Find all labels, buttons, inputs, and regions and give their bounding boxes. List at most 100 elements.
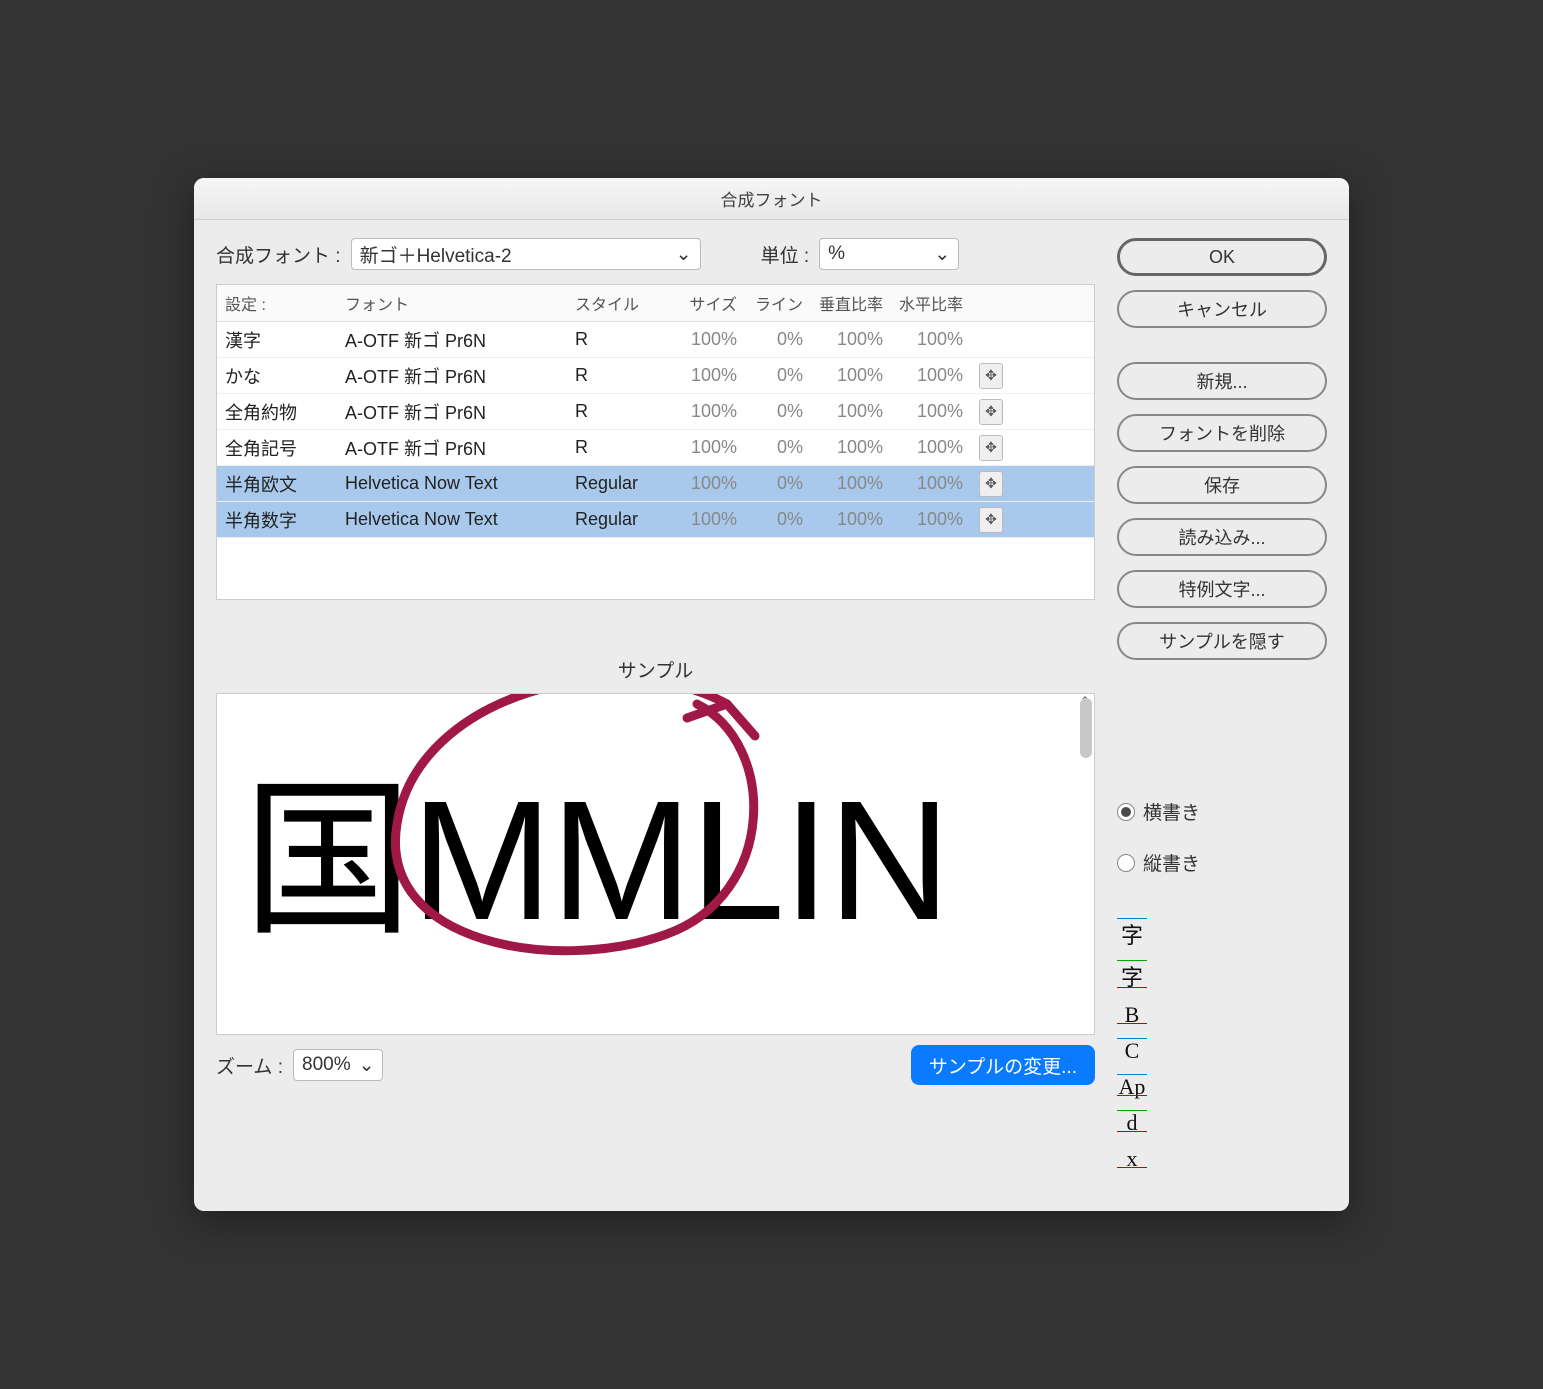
table-row[interactable]: 半角数字Helvetica Now TextRegular100%0%100%1…	[217, 502, 1094, 538]
move-icon[interactable]: ✥	[979, 435, 1003, 461]
guide-d[interactable]: d	[1117, 1110, 1147, 1136]
th-font: フォント	[337, 285, 567, 321]
table-row[interactable]: 漢字A-OTF 新ゴ Pr6NR100%0%100%100%	[217, 322, 1094, 358]
table-row[interactable]: 全角記号A-OTF 新ゴ Pr6NR100%0%100%100%✥	[217, 430, 1094, 466]
sample-kanji: 国	[243, 766, 411, 956]
cell-size: 100%	[667, 430, 745, 465]
zoom-select[interactable]: 800% ⌄	[293, 1049, 383, 1081]
th-style: スタイル	[567, 285, 667, 321]
cell-style: Regular	[567, 502, 667, 537]
vertical-radio[interactable]: 縦書き	[1117, 849, 1327, 876]
cell-style: R	[567, 322, 667, 357]
guide-ji-top[interactable]: 字	[1117, 918, 1147, 950]
cancel-button[interactable]: キャンセル	[1117, 290, 1327, 328]
guide-x[interactable]: x	[1117, 1146, 1147, 1172]
chevron-down-icon: ⌄	[934, 243, 950, 266]
table-header: 設定 : フォント スタイル サイズ ライン 垂直比率 水平比率	[217, 285, 1094, 322]
move-icon[interactable]: ✥	[979, 471, 1003, 497]
cell-vert: 100%	[811, 466, 891, 501]
chevron-down-icon: ⌄	[359, 1054, 375, 1077]
cell-font: Helvetica Now Text	[337, 502, 567, 537]
unit-value: %	[828, 243, 845, 265]
cell-font: A-OTF 新ゴ Pr6N	[337, 430, 567, 465]
cell-horz: 100%	[891, 394, 971, 429]
cell-vert: 100%	[811, 394, 891, 429]
change-sample-button[interactable]: サンプルの変更...	[911, 1045, 1095, 1085]
delete-font-button[interactable]: フォントを削除	[1117, 414, 1327, 452]
ok-button[interactable]: OK	[1117, 238, 1327, 276]
move-icon[interactable]: ✥	[979, 399, 1003, 425]
guide-b[interactable]: B	[1117, 1002, 1147, 1028]
composite-font-select[interactable]: 新ゴ＋Helvetica-2 ⌄	[351, 238, 701, 270]
cell-font: A-OTF 新ゴ Pr6N	[337, 394, 567, 429]
right-column: OK キャンセル 新規... フォントを削除 保存 読み込み... 特例文字..…	[1117, 238, 1327, 1189]
cell-set: 全角記号	[217, 430, 337, 465]
cell-set: 全角約物	[217, 394, 337, 429]
cell-font: Helvetica Now Text	[337, 466, 567, 501]
cell-style: R	[567, 394, 667, 429]
cell-style: R	[567, 430, 667, 465]
sample-latin: MMLIN	[411, 766, 949, 956]
vertical-label: 縦書き	[1143, 849, 1200, 876]
top-controls: 合成フォント : 新ゴ＋Helvetica-2 ⌄ 単位 : % ⌄	[216, 238, 1095, 270]
guide-toggles: 字 字 B C Ap d x	[1117, 918, 1327, 1172]
th-set: 設定 :	[217, 285, 337, 321]
cell-horz: 100%	[891, 430, 971, 465]
cell-move: ✥	[971, 358, 1011, 393]
horizontal-label: 横書き	[1143, 798, 1200, 825]
move-icon[interactable]: ✥	[979, 363, 1003, 389]
radio-icon-checked	[1117, 803, 1135, 821]
cell-line: 0%	[745, 322, 811, 357]
cell-size: 100%	[667, 466, 745, 501]
th-size: サイズ	[667, 285, 745, 321]
hide-sample-button[interactable]: サンプルを隠す	[1117, 622, 1327, 660]
cell-horz: 100%	[891, 502, 971, 537]
composite-font-label: 合成フォント :	[216, 241, 341, 268]
table-row[interactable]: 全角約物A-OTF 新ゴ Pr6NR100%0%100%100%✥	[217, 394, 1094, 430]
cell-move: ✥	[971, 394, 1011, 429]
zoom-value: 800%	[302, 1054, 351, 1076]
guide-ap[interactable]: Ap	[1117, 1074, 1147, 1100]
unit-label: 単位 :	[761, 241, 810, 268]
zoom-label: ズーム :	[216, 1052, 283, 1079]
cell-size: 100%	[667, 502, 745, 537]
cell-size: 100%	[667, 394, 745, 429]
cell-vert: 100%	[811, 502, 891, 537]
cell-line: 0%	[745, 466, 811, 501]
cell-line: 0%	[745, 502, 811, 537]
cell-move: ✥	[971, 502, 1011, 537]
left-column: 合成フォント : 新ゴ＋Helvetica-2 ⌄ 単位 : % ⌄ 設定 : …	[216, 238, 1095, 1189]
guide-c[interactable]: C	[1117, 1038, 1147, 1064]
sample-area: ⌃ 国MMLIN	[216, 693, 1095, 1035]
cell-size: 100%	[667, 322, 745, 357]
table-body: 漢字A-OTF 新ゴ Pr6NR100%0%100%100%かなA-OTF 新ゴ…	[217, 322, 1094, 599]
th-line: ライン	[745, 285, 811, 321]
table-row[interactable]: 半角欧文Helvetica Now TextRegular100%0%100%1…	[217, 466, 1094, 502]
save-button[interactable]: 保存	[1117, 466, 1327, 504]
cell-set: 漢字	[217, 322, 337, 357]
cell-horz: 100%	[891, 358, 971, 393]
cell-size: 100%	[667, 358, 745, 393]
th-horz: 水平比率	[891, 285, 971, 321]
unit-select[interactable]: % ⌄	[819, 238, 959, 270]
cell-style: Regular	[567, 466, 667, 501]
move-icon[interactable]: ✥	[979, 507, 1003, 533]
cell-set: かな	[217, 358, 337, 393]
horizontal-radio[interactable]: 横書き	[1117, 798, 1327, 825]
cell-line: 0%	[745, 394, 811, 429]
table-row[interactable]: かなA-OTF 新ゴ Pr6NR100%0%100%100%✥	[217, 358, 1094, 394]
cell-move: ✥	[971, 466, 1011, 501]
sample-preview[interactable]: ⌃ 国MMLIN	[216, 693, 1095, 1035]
load-button[interactable]: 読み込み...	[1117, 518, 1327, 556]
bottom-row: ズーム : 800% ⌄ サンプルの変更...	[216, 1049, 1095, 1081]
guide-ji-bottom[interactable]: 字	[1117, 960, 1147, 992]
scrollbar-thumb[interactable]	[1080, 698, 1092, 758]
cell-set: 半角欧文	[217, 466, 337, 501]
cell-vert: 100%	[811, 430, 891, 465]
cell-vert: 100%	[811, 358, 891, 393]
special-chars-button[interactable]: 特例文字...	[1117, 570, 1327, 608]
cell-move	[971, 322, 1011, 357]
cell-style: R	[567, 358, 667, 393]
new-button[interactable]: 新規...	[1117, 362, 1327, 400]
cell-horz: 100%	[891, 322, 971, 357]
